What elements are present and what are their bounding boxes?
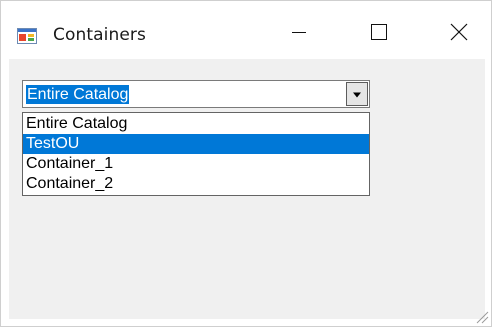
- dropdown-arrow-icon: [352, 85, 362, 103]
- dropdown-item-container-1[interactable]: Container_1: [23, 154, 369, 174]
- dropdown-item-entire-catalog[interactable]: Entire Catalog: [23, 114, 369, 134]
- app-window-icon: [17, 26, 37, 46]
- close-icon: [450, 23, 468, 46]
- client-area: Entire Catalog Entire Catalog TestOU Con…: [9, 59, 485, 319]
- dropdown-item-testou[interactable]: TestOU: [23, 134, 369, 154]
- maximize-button[interactable]: [349, 9, 409, 59]
- minimize-icon: [291, 24, 307, 45]
- window-title: Containers: [53, 25, 146, 45]
- catalog-combobox[interactable]: Entire Catalog: [22, 80, 370, 108]
- dropdown-list[interactable]: Entire Catalog TestOU Container_1 Contai…: [22, 112, 370, 196]
- resize-grip-icon[interactable]: [475, 310, 489, 324]
- dropdown-arrow-button[interactable]: [346, 82, 368, 106]
- close-button[interactable]: [429, 9, 489, 59]
- title-bar[interactable]: Containers: [1, 1, 491, 59]
- containers-window: Containers Entire Catalog Entire Catalog…: [0, 0, 492, 327]
- minimize-button[interactable]: [269, 9, 329, 59]
- dropdown-item-container-2[interactable]: Container_2: [23, 174, 369, 194]
- maximize-icon: [370, 23, 388, 46]
- combobox-selected-text[interactable]: Entire Catalog: [26, 85, 130, 104]
